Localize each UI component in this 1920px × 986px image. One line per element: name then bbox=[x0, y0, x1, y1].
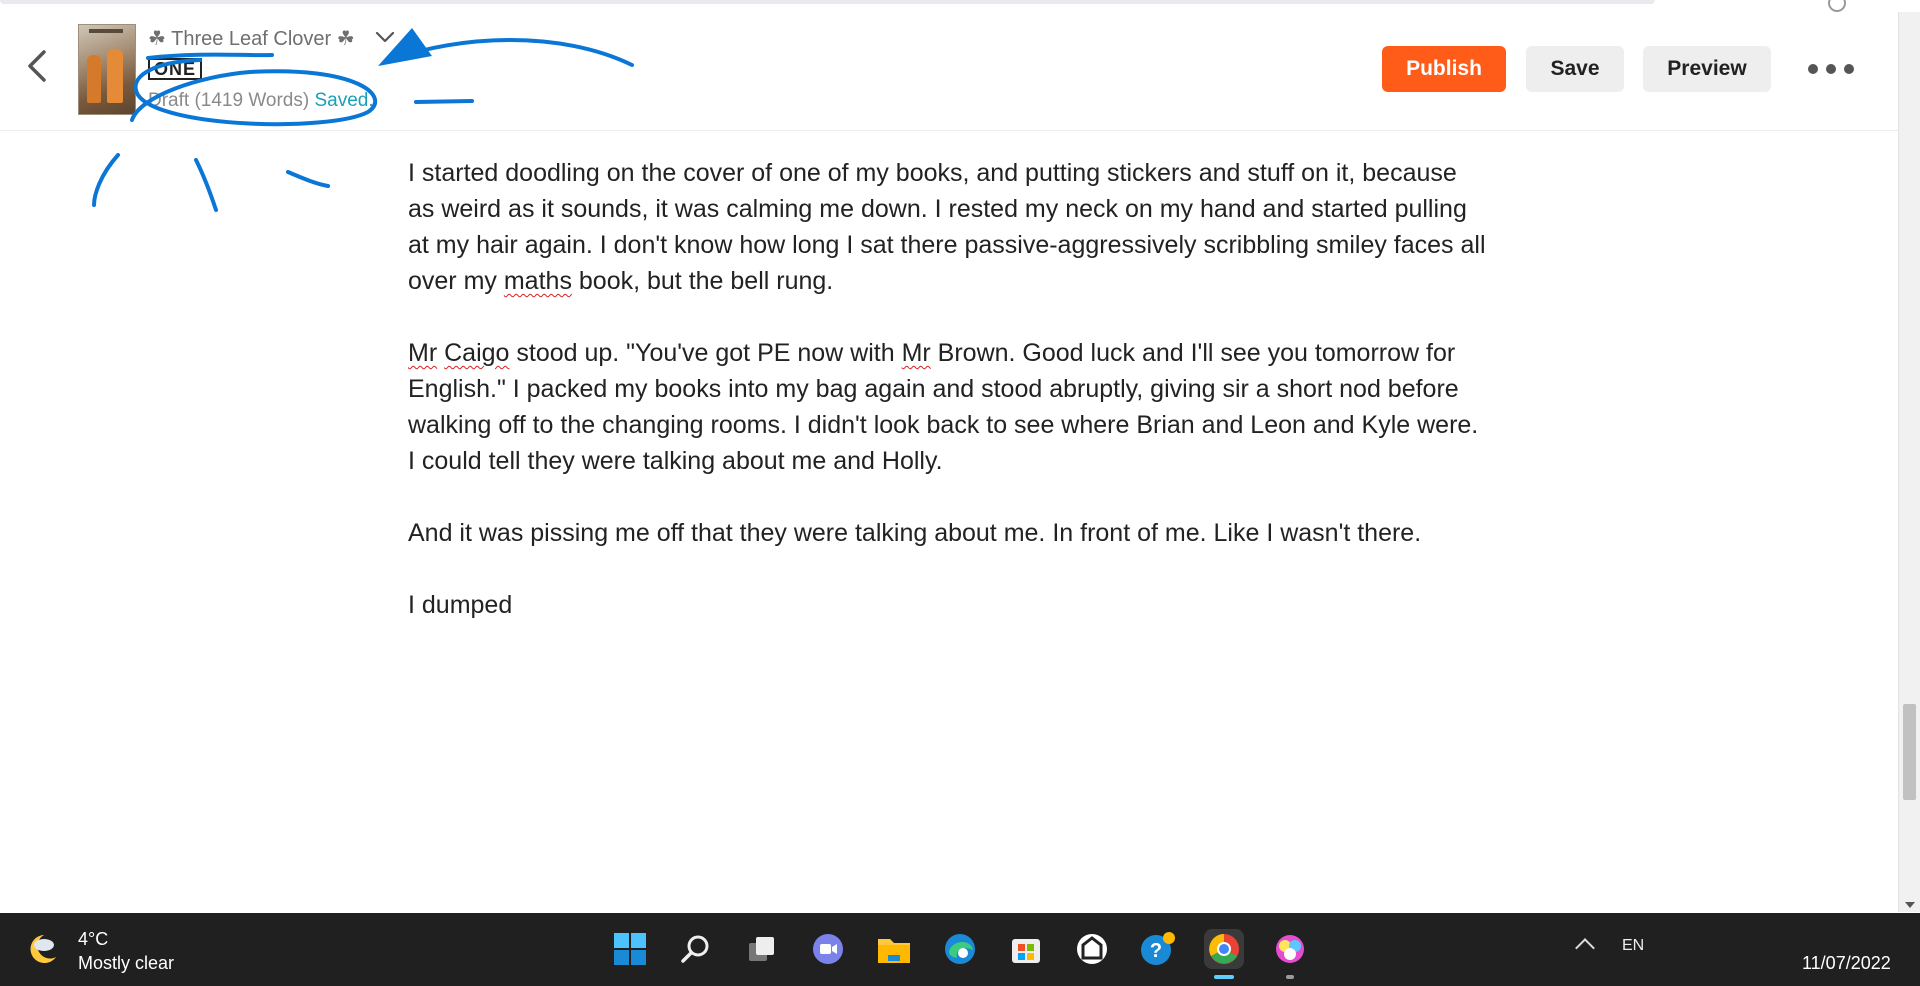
save-button[interactable]: Save bbox=[1526, 46, 1624, 92]
misspelled-word[interactable]: Caigo bbox=[444, 339, 509, 367]
more-dot bbox=[1826, 64, 1836, 74]
paragraph-text: book, but the bell rung. bbox=[571, 267, 834, 295]
part-title[interactable]: ONE bbox=[148, 58, 203, 80]
taskbar-date[interactable]: 11/07/2022 bbox=[1802, 953, 1891, 974]
svg-text:?: ? bbox=[1150, 940, 1162, 962]
editor-paragraph: I started doodling on the cover of one o… bbox=[408, 155, 1488, 299]
teams-chat-icon[interactable] bbox=[808, 929, 848, 969]
extension-icon[interactable] bbox=[1828, 0, 1846, 12]
page-scrollbar[interactable] bbox=[1898, 12, 1920, 912]
cover-title-strip bbox=[89, 29, 123, 33]
misspelled-word[interactable]: Mr bbox=[408, 339, 437, 367]
weather-temperature: 4°C bbox=[78, 929, 109, 949]
scrollbar-thumb[interactable] bbox=[1903, 704, 1916, 800]
misspelled-word[interactable]: Mr bbox=[902, 339, 931, 367]
more-dot bbox=[1844, 64, 1854, 74]
saved-indicator: Saved. bbox=[314, 90, 374, 111]
editor-paragraph: Mr Caigo stood up. "You've got PE now wi… bbox=[408, 335, 1488, 479]
editor-header: ☘ Three Leaf Clover ☘ ONE Draft (1419 Wo… bbox=[0, 12, 1898, 131]
show-hidden-icons-icon[interactable] bbox=[1575, 938, 1595, 958]
more-dot bbox=[1808, 64, 1818, 74]
more-options-icon[interactable] bbox=[1808, 56, 1854, 82]
edge-browser-icon[interactable] bbox=[940, 929, 980, 969]
running-app-indicator bbox=[1286, 975, 1294, 979]
preview-button[interactable]: Preview bbox=[1643, 46, 1771, 92]
story-editor[interactable]: I started doodling on the cover of one o… bbox=[408, 155, 1488, 659]
draft-word-count: Draft (1419 Words) bbox=[148, 90, 310, 111]
search-icon[interactable] bbox=[676, 929, 716, 969]
story-cover-thumbnail[interactable] bbox=[78, 24, 136, 115]
color-picker-icon[interactable] bbox=[1270, 929, 1310, 979]
paragraph-text: stood up. "You've got PE now with bbox=[509, 339, 902, 367]
chevron-down-icon[interactable] bbox=[375, 27, 395, 50]
microsoft-store-icon[interactable] bbox=[1006, 929, 1046, 969]
scroll-down-arrow-icon[interactable] bbox=[1905, 902, 1915, 908]
cover-figure-right bbox=[107, 49, 123, 103]
draft-status: Draft (1419 Words) Saved. bbox=[148, 90, 374, 112]
windows-start-icon[interactable] bbox=[610, 929, 650, 969]
publish-button[interactable]: Publish bbox=[1382, 46, 1506, 92]
editor-paragraph: I dumped bbox=[408, 591, 513, 619]
editor-paragraph: And it was pissing me off that they were… bbox=[408, 519, 1422, 547]
file-explorer-icon[interactable] bbox=[874, 929, 914, 969]
weather-condition: Mostly clear bbox=[78, 953, 175, 973]
windows-taskbar: 4°C Mostly clear ? EN 11/07/2022 bbox=[0, 913, 1920, 986]
active-app-indicator bbox=[1214, 975, 1234, 979]
app-shield-icon[interactable] bbox=[1072, 929, 1112, 969]
language-indicator[interactable]: EN bbox=[1622, 937, 1644, 955]
back-arrow-icon[interactable] bbox=[22, 46, 54, 86]
task-view-icon[interactable] bbox=[742, 929, 782, 969]
moon-cloud-icon bbox=[24, 929, 64, 974]
cover-figure-left bbox=[87, 55, 101, 103]
chrome-browser-icon[interactable] bbox=[1204, 929, 1244, 979]
story-title[interactable]: ☘ Three Leaf Clover ☘ bbox=[148, 26, 395, 51]
get-help-icon[interactable]: ? bbox=[1138, 929, 1178, 969]
misspelled-word[interactable]: maths bbox=[504, 267, 572, 295]
address-bar-edge[interactable] bbox=[0, 0, 1655, 4]
weather-widget[interactable]: 4°C Mostly clear bbox=[24, 927, 174, 975]
story-title-text: ☘ Three Leaf Clover ☘ bbox=[148, 28, 355, 50]
